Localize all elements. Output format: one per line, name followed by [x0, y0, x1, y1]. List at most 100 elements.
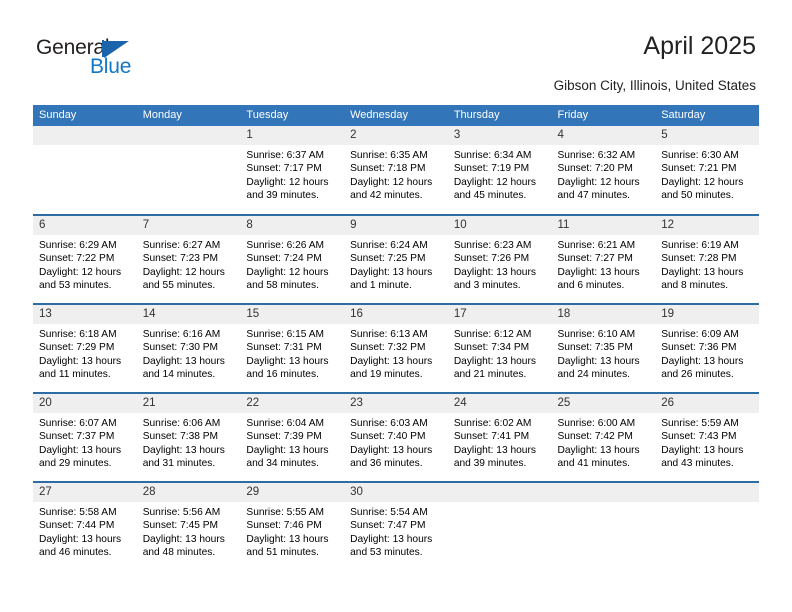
- day-number: 16: [344, 305, 448, 324]
- day-details: Sunrise: 6:26 AM Sunset: 7:24 PM Daylight:…: [240, 235, 344, 292]
- calendar-day-cell[interactable]: 5 Sunrise: 6:30 AM Sunset: 7:21 PM Daylight…: [655, 126, 759, 215]
- sunset-time: Sunset: 7:46 PM: [246, 520, 322, 532]
- daylight-line-1: Daylight: 13 hours: [142, 355, 225, 367]
- sunset-time: Sunset: 7:32 PM: [350, 342, 426, 354]
- calendar-day-cell[interactable]: 2 Sunrise: 6:35 AM Sunset: 7:18 PM Daylight…: [344, 126, 448, 215]
- sunset-time: Sunset: 7:27 PM: [557, 253, 633, 265]
- day-number: 17: [447, 305, 552, 324]
- sunrise-time: Sunrise: 6:29 AM: [39, 240, 117, 251]
- daylight-line-1: Daylight: 13 hours: [453, 444, 536, 456]
- daylight-line-2: and 39 minutes.: [453, 457, 527, 469]
- calendar-day-cell-empty: [33, 126, 137, 215]
- day-details: Sunrise: 6:12 AM Sunset: 7:34 PM Daylight:…: [448, 324, 552, 381]
- daylight-line-1: Daylight: 13 hours: [453, 266, 536, 278]
- day-details: Sunrise: 6:18 AM Sunset: 7:29 PM Daylight:…: [33, 324, 137, 381]
- calendar-body: 1 Sunrise: 6:37 AM Sunset: 7:17 PM Daylight…: [33, 126, 759, 571]
- calendar-day-cell[interactable]: 15 Sunrise: 6:15 AM Sunset: 7:31 PM Dayligh…: [240, 303, 345, 393]
- sunrise-time: Sunrise: 5:59 AM: [661, 418, 739, 429]
- day-details: Sunrise: 6:32 AM Sunset: 7:20 PM Daylight:…: [552, 145, 656, 202]
- calendar-day-cell[interactable]: 6 Sunrise: 6:29 AM Sunset: 7:22 PM Daylight…: [33, 214, 137, 304]
- calendar-day-cell-empty: [655, 481, 759, 571]
- day-details: Sunrise: 6:15 AM Sunset: 7:31 PM Daylight:…: [240, 324, 344, 381]
- weekday-header-friday: Friday: [551, 105, 656, 126]
- day-details: Sunrise: 6:10 AM Sunset: 7:35 PM Daylight:…: [552, 324, 656, 381]
- calendar-day-cell-empty: [551, 481, 656, 571]
- day-details: Sunrise: 5:54 AM Sunset: 7:47 PM Daylight:…: [344, 502, 448, 559]
- calendar-day-cell[interactable]: 27 Sunrise: 5:58 AM Sunset: 7:44 PM Dayligh…: [33, 481, 137, 571]
- sunrise-time: Sunrise: 5:56 AM: [142, 507, 221, 518]
- sunrise-time: Sunrise: 6:18 AM: [39, 329, 117, 340]
- daylight-line-1: Daylight: 13 hours: [557, 355, 640, 367]
- daylight-line-1: Daylight: 13 hours: [350, 444, 433, 456]
- calendar-day-cell[interactable]: 18 Sunrise: 6:10 AM Sunset: 7:35 PM Dayligh…: [551, 303, 656, 393]
- daylight-line-1: Daylight: 12 hours: [142, 266, 225, 278]
- calendar-day-cell[interactable]: 17 Sunrise: 6:12 AM Sunset: 7:34 PM Dayligh…: [447, 303, 552, 393]
- day-details: Sunrise: 6:13 AM Sunset: 7:32 PM Daylight:…: [344, 324, 448, 381]
- calendar-day-cell[interactable]: 12 Sunrise: 6:19 AM Sunset: 7:28 PM Dayligh…: [655, 214, 759, 304]
- calendar-day-cell[interactable]: 10 Sunrise: 6:23 AM Sunset: 7:26 PM Dayligh…: [447, 214, 552, 304]
- calendar-day-cell[interactable]: 19 Sunrise: 6:09 AM Sunset: 7:36 PM Dayligh…: [655, 303, 759, 393]
- sunrise-time: Sunrise: 6:02 AM: [453, 418, 532, 429]
- day-number: [551, 483, 656, 502]
- calendar-day-cell[interactable]: 24 Sunrise: 6:02 AM Sunset: 7:41 PM Dayligh…: [447, 392, 552, 482]
- calendar-week-row: 6 Sunrise: 6:29 AM Sunset: 7:22 PM Daylight…: [33, 214, 759, 304]
- sunrise-time: Sunrise: 6:09 AM: [661, 329, 739, 340]
- daylight-line-2: and 21 minutes.: [453, 368, 527, 380]
- weekday-header-monday: Monday: [136, 105, 241, 126]
- calendar-day-cell[interactable]: 11 Sunrise: 6:21 AM Sunset: 7:27 PM Dayligh…: [551, 214, 656, 304]
- day-number: 29: [240, 483, 345, 502]
- calendar-day-cell[interactable]: 3 Sunrise: 6:34 AM Sunset: 7:19 PM Daylight…: [447, 126, 552, 215]
- daylight-line-2: and 16 minutes.: [246, 368, 319, 380]
- sunset-time: Sunset: 7:30 PM: [142, 342, 219, 354]
- sunset-time: Sunset: 7:44 PM: [39, 520, 115, 532]
- daylight-line-2: and 8 minutes.: [661, 279, 729, 291]
- calendar-day-cell[interactable]: 25 Sunrise: 6:00 AM Sunset: 7:42 PM Dayligh…: [551, 392, 656, 482]
- sunset-time: Sunset: 7:28 PM: [661, 253, 737, 265]
- sunrise-time: Sunrise: 6:24 AM: [350, 240, 428, 251]
- calendar-day-cell[interactable]: 4 Sunrise: 6:32 AM Sunset: 7:20 PM Daylight…: [551, 126, 656, 215]
- daylight-line-1: Daylight: 13 hours: [246, 533, 329, 545]
- daylight-line-2: and 31 minutes.: [142, 457, 216, 469]
- day-number: 14: [136, 305, 241, 324]
- calendar-day-cell[interactable]: 21 Sunrise: 6:06 AM Sunset: 7:38 PM Dayligh…: [136, 392, 241, 482]
- calendar-day-cell[interactable]: 7 Sunrise: 6:27 AM Sunset: 7:23 PM Daylight…: [136, 214, 241, 304]
- calendar-day-cell[interactable]: 8 Sunrise: 6:26 AM Sunset: 7:24 PM Daylight…: [240, 214, 345, 304]
- calendar-day-cell[interactable]: 1 Sunrise: 6:37 AM Sunset: 7:17 PM Daylight…: [240, 126, 345, 215]
- daylight-line-1: Daylight: 13 hours: [557, 444, 640, 456]
- calendar-day-cell[interactable]: 22 Sunrise: 6:04 AM Sunset: 7:39 PM Dayligh…: [240, 392, 345, 482]
- sunrise-time: Sunrise: 6:03 AM: [350, 418, 428, 429]
- general-blue-logo[interactable]: General Blue: [36, 36, 176, 82]
- weekday-header-saturday: Saturday: [655, 105, 759, 126]
- day-number: 9: [344, 216, 448, 235]
- daylight-line-1: Daylight: 13 hours: [350, 266, 433, 278]
- sunrise-time: Sunrise: 6:30 AM: [661, 150, 739, 161]
- calendar-day-cell-empty: [447, 481, 552, 571]
- daylight-line-1: Daylight: 13 hours: [142, 533, 225, 545]
- calendar-week-row: 27 Sunrise: 5:58 AM Sunset: 7:44 PM Dayligh…: [33, 481, 759, 571]
- calendar-day-cell[interactable]: 23 Sunrise: 6:03 AM Sunset: 7:40 PM Dayligh…: [344, 392, 448, 482]
- page-title: April 2025: [643, 32, 756, 60]
- day-number: 30: [344, 483, 448, 502]
- daylight-line-2: and 47 minutes.: [557, 189, 631, 201]
- day-number: 27: [33, 483, 137, 502]
- day-number: 20: [33, 394, 137, 413]
- calendar-day-cell[interactable]: 26 Sunrise: 5:59 AM Sunset: 7:43 PM Dayligh…: [655, 392, 759, 482]
- calendar-day-cell[interactable]: 9 Sunrise: 6:24 AM Sunset: 7:25 PM Daylight…: [344, 214, 448, 304]
- day-details: Sunrise: 5:56 AM Sunset: 7:45 PM Daylight:…: [137, 502, 241, 559]
- daylight-line-1: Daylight: 12 hours: [661, 176, 744, 188]
- sunset-time: Sunset: 7:47 PM: [350, 520, 426, 532]
- sunset-time: Sunset: 7:38 PM: [142, 431, 219, 443]
- calendar-day-cell[interactable]: 28 Sunrise: 5:56 AM Sunset: 7:45 PM Dayligh…: [136, 481, 241, 571]
- calendar-day-cell[interactable]: 20 Sunrise: 6:07 AM Sunset: 7:37 PM Dayligh…: [33, 392, 137, 482]
- calendar-day-cell[interactable]: 29 Sunrise: 5:55 AM Sunset: 7:46 PM Dayligh…: [240, 481, 345, 571]
- sunrise-time: Sunrise: 6:34 AM: [453, 150, 532, 161]
- sunset-time: Sunset: 7:41 PM: [453, 431, 530, 443]
- day-number: 8: [240, 216, 345, 235]
- daylight-line-2: and 1 minute.: [350, 279, 412, 291]
- calendar-day-cell[interactable]: 16 Sunrise: 6:13 AM Sunset: 7:32 PM Dayligh…: [344, 303, 448, 393]
- calendar-day-cell[interactable]: 30 Sunrise: 5:54 AM Sunset: 7:47 PM Dayligh…: [344, 481, 448, 571]
- daylight-line-1: Daylight: 12 hours: [350, 176, 433, 188]
- calendar-day-cell[interactable]: 14 Sunrise: 6:16 AM Sunset: 7:30 PM Dayligh…: [136, 303, 241, 393]
- daylight-line-2: and 58 minutes.: [246, 279, 319, 291]
- calendar-day-cell[interactable]: 13 Sunrise: 6:18 AM Sunset: 7:29 PM Dayligh…: [33, 303, 137, 393]
